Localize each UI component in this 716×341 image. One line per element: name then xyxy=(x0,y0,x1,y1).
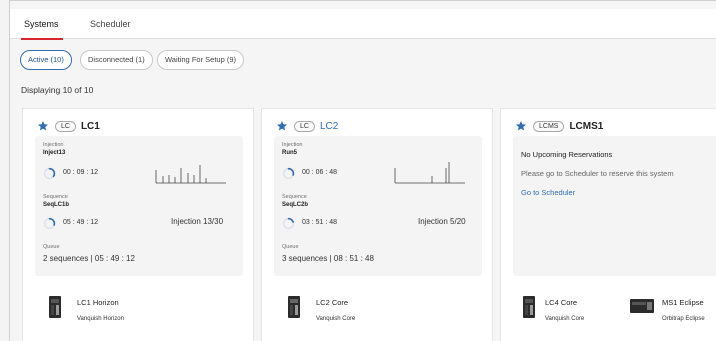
instrument-icon xyxy=(523,296,535,318)
injection-count: Injection 13/30 xyxy=(171,217,224,226)
queue-summary: 3 sequences | 08 : 51 : 48 xyxy=(282,254,374,263)
module-name: MS1 Eclipse xyxy=(662,298,704,307)
injection-count: Injection 5/20 xyxy=(418,217,466,226)
chromatogram-thumbnail xyxy=(155,165,226,184)
system-type-badge: LC xyxy=(294,120,315,132)
filter-active-chip[interactable]: Active (10) xyxy=(20,50,72,70)
no-reservations-heading: No Upcoming Reservations xyxy=(521,150,613,159)
chromatogram-thumbnail xyxy=(394,162,465,184)
filter-waiting-setup-chip[interactable]: Waiting For Setup (9) xyxy=(157,50,244,70)
instrument-icon xyxy=(288,296,300,318)
sequence-progress-ring-icon xyxy=(282,217,295,230)
injection-label: Injection xyxy=(282,142,303,148)
tab-bar: Systems Scheduler xyxy=(10,9,716,40)
sequence-label: Sequence xyxy=(282,194,307,200)
run-status-panel: Injection Run5 00 : 06 : 48 Sequence Seq… xyxy=(274,136,482,276)
system-type-badge: LCMS xyxy=(533,120,565,132)
injection-elapsed-time: 00 : 09 : 12 xyxy=(63,169,99,176)
queue-label: Queue xyxy=(282,244,299,250)
sequence-elapsed-time: 05 : 49 : 12 xyxy=(63,219,99,226)
sequence-progress-ring-icon xyxy=(43,217,56,230)
run-status-panel: Injection Inject13 00 : 09 : 12 Sequence… xyxy=(35,136,243,276)
filter-disconnected-chip[interactable]: Disconnected (1) xyxy=(80,50,153,70)
injection-progress-ring-icon xyxy=(43,167,56,180)
sequence-name: SeqLC2b xyxy=(282,202,309,208)
module-model: Orbitrap Eclipse xyxy=(662,316,705,322)
sequence-elapsed-time: 03 : 51 : 48 xyxy=(302,219,338,226)
favorite-star-icon[interactable] xyxy=(515,120,527,132)
card-header: LC LC1 xyxy=(37,119,100,133)
instrument-icon xyxy=(49,296,61,318)
sequence-name: SeqLC1b xyxy=(43,202,70,208)
tab-scheduler[interactable]: Scheduler xyxy=(90,9,131,39)
module-card[interactable]: LC4 Core Vanquish Core xyxy=(511,281,610,341)
system-card-lcms1[interactable]: LCMS LCMS1 No Upcoming Reservations Plea… xyxy=(500,108,716,341)
systems-page: Systems Scheduler Active (10) Disconnect… xyxy=(9,0,716,341)
favorite-star-icon[interactable] xyxy=(276,120,288,132)
injection-elapsed-time: 00 : 06 : 48 xyxy=(302,169,338,176)
system-name-link[interactable]: LC2 xyxy=(320,121,338,132)
tab-systems[interactable]: Systems xyxy=(21,9,62,40)
reservation-panel: No Upcoming Reservations Please go to Sc… xyxy=(513,136,716,276)
module-name: LC2 Core xyxy=(316,298,349,307)
system-name[interactable]: LC1 xyxy=(81,121,100,132)
queue-label: Queue xyxy=(43,244,60,250)
module-model: Vanquish Horizon xyxy=(77,316,124,322)
injection-label: Injection xyxy=(43,142,64,148)
queue-summary: 2 sequences | 05 : 49 : 12 xyxy=(43,254,135,263)
module-model: Vanquish Core xyxy=(545,316,585,322)
module-card[interactable]: MS1 Eclipse Orbitrap Eclipse xyxy=(618,281,716,341)
module-model: Vanquish Core xyxy=(316,316,356,322)
no-reservations-message: Please go to Scheduler to reserve this s… xyxy=(521,169,674,178)
card-header: LC LC2 xyxy=(276,119,338,133)
system-card-lc1[interactable]: LC LC1 Injection Inject13 00 : 09 : 12 S… xyxy=(22,108,254,341)
injection-progress-ring-icon xyxy=(282,167,295,180)
module-name: LC4 Core xyxy=(545,298,578,307)
displaying-count: Displaying 10 of 10 xyxy=(21,85,94,95)
card-header: LCMS LCMS1 xyxy=(515,119,603,133)
mass-spec-icon xyxy=(630,299,654,313)
injection-name: Inject13 xyxy=(43,150,66,156)
favorite-star-icon[interactable] xyxy=(37,120,49,132)
module-card[interactable]: LC1 Horizon Vanquish Horizon xyxy=(35,281,243,341)
system-type-badge: LC xyxy=(55,120,76,132)
system-card-lc2[interactable]: LC LC2 Injection Run5 00 : 06 : 48 Seque… xyxy=(261,108,493,341)
go-to-scheduler-link[interactable]: Go to Scheduler xyxy=(521,188,575,197)
system-name[interactable]: LCMS1 xyxy=(569,121,603,132)
module-name: LC1 Horizon xyxy=(77,298,119,307)
sequence-label: Sequence xyxy=(43,194,68,200)
module-card[interactable]: LC2 Core Vanquish Core xyxy=(274,281,482,341)
injection-name: Run5 xyxy=(282,150,297,156)
